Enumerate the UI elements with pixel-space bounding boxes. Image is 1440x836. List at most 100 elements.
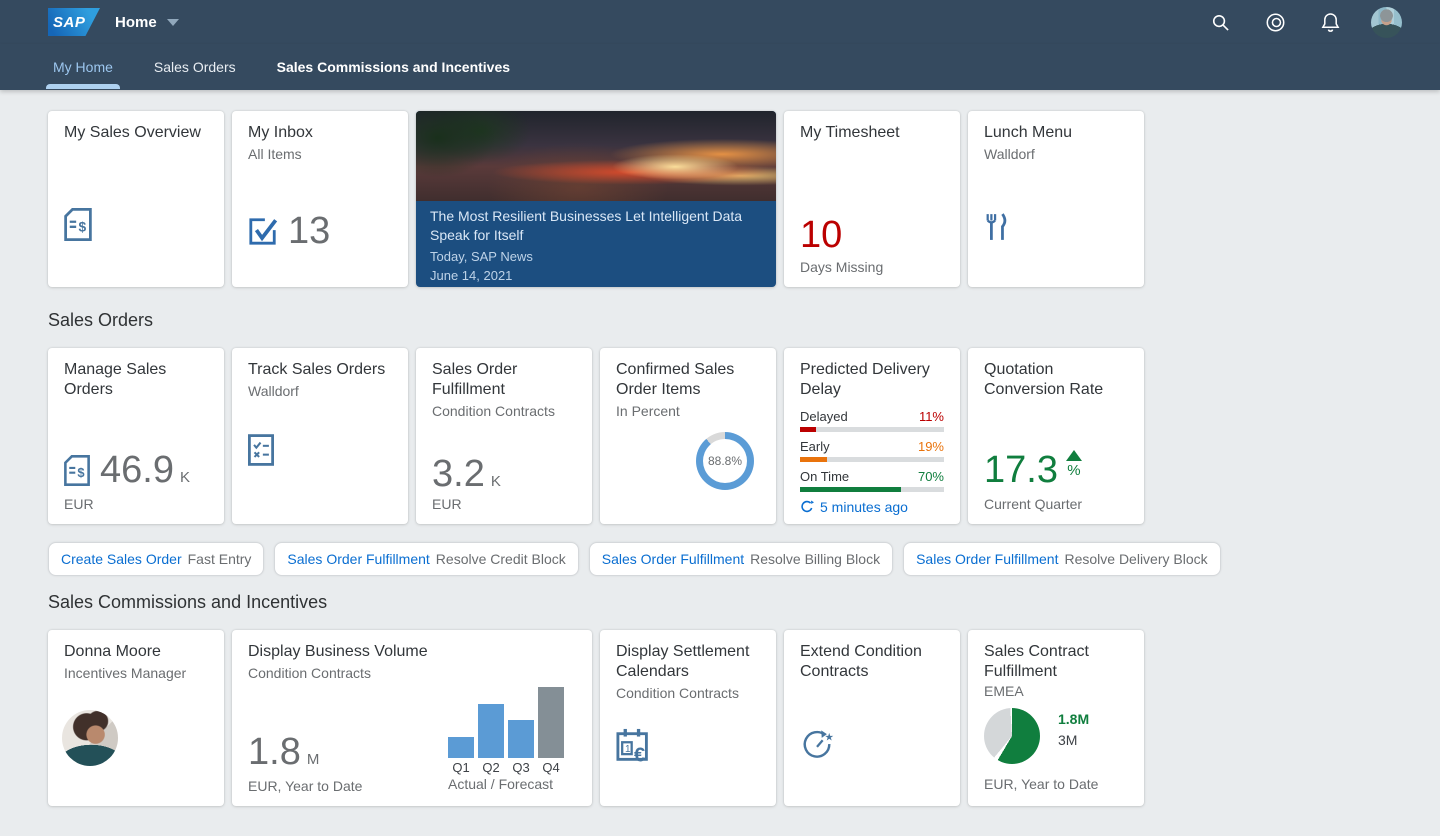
delay-row: Early 19% bbox=[800, 439, 944, 462]
kpi-value: 17.3 bbox=[984, 450, 1058, 490]
delay-comparison-chart: Delayed 11% Early 19% On Time 70% bbox=[800, 409, 944, 492]
volume-bar bbox=[448, 737, 474, 758]
bar-label: Q3 bbox=[508, 760, 534, 775]
extend-clock-star-icon: ★ bbox=[800, 728, 834, 762]
kpi-footer: EUR bbox=[64, 496, 190, 512]
fiori-launchpad: SAP Home My Home Sales Orders Sales Comm… bbox=[0, 0, 1440, 836]
tile-track-sales-orders[interactable]: Track Sales Orders Walldorf bbox=[232, 348, 408, 524]
delay-row: On Time 70% bbox=[800, 469, 944, 492]
business-volume-bar-chart: Q1 Q2 Q3 Q4 Actual / Forecast bbox=[448, 687, 564, 792]
refresh-control[interactable]: 5 minutes ago bbox=[800, 499, 944, 515]
delay-bar-fill bbox=[800, 427, 816, 432]
tile-subtitle: EMEA bbox=[984, 683, 1128, 700]
user-avatar[interactable] bbox=[1371, 7, 1402, 38]
kpi-unit: M bbox=[307, 751, 320, 768]
svg-text:€: € bbox=[634, 744, 645, 766]
tile-predicted-delivery-delay[interactable]: Predicted Delivery Delay Delayed 11% Ear… bbox=[784, 348, 960, 524]
delay-row-value: 19% bbox=[918, 439, 944, 454]
copilot-icon[interactable] bbox=[1261, 8, 1289, 36]
refresh-icon bbox=[800, 500, 814, 514]
delay-row-value: 11% bbox=[919, 409, 944, 424]
tab-sales-orders[interactable]: Sales Orders bbox=[154, 44, 236, 90]
section-heading-commissions: Sales Commissions and Incentives bbox=[48, 592, 327, 613]
tile-title: Sales Order Fulfillment bbox=[432, 360, 576, 400]
tile-title: Display Business Volume bbox=[248, 642, 576, 662]
svg-text:1: 1 bbox=[625, 744, 631, 755]
tile-confirmed-sales-order-items[interactable]: Confirmed Sales Order Items In Percent 8… bbox=[600, 348, 776, 524]
delay-bar-track bbox=[800, 487, 944, 492]
tile-title: Predicted Delivery Delay bbox=[800, 360, 944, 400]
tile-manage-sales-orders[interactable]: Manage Sales Orders $ 46.9 K EUR bbox=[48, 348, 224, 524]
link-create-sales-order[interactable]: Create Sales Order Fast Entry bbox=[48, 542, 264, 576]
svg-text:$: $ bbox=[77, 464, 84, 479]
news-source: Today, SAP News bbox=[430, 248, 762, 266]
notifications-icon[interactable] bbox=[1316, 8, 1344, 36]
volume-bars bbox=[448, 687, 564, 758]
delay-row-label: On Time bbox=[800, 469, 849, 484]
settlement-calendar-icon: 1€ bbox=[616, 728, 654, 766]
link-resolve-credit-block[interactable]: Sales Order Fulfillment Resolve Credit B… bbox=[274, 542, 578, 576]
tile-sales-order-fulfillment[interactable]: Sales Order Fulfillment Condition Contra… bbox=[416, 348, 592, 524]
app-title-menu[interactable]: Home bbox=[115, 0, 179, 44]
contract-pie-chart: 1.8M 3M bbox=[984, 708, 1089, 764]
tile-title: My Sales Overview bbox=[64, 123, 208, 143]
tile-title: Sales Contract Fulfillment bbox=[984, 642, 1128, 682]
volume-bar bbox=[478, 704, 504, 758]
link-primary: Create Sales Order bbox=[61, 551, 182, 567]
trend-up-icon bbox=[1066, 450, 1082, 461]
bar-label: Q1 bbox=[448, 760, 474, 775]
confirmed-donut-label: 88.8% bbox=[696, 432, 754, 490]
app-title-label: Home bbox=[115, 14, 157, 31]
tile-title: My Timesheet bbox=[800, 123, 944, 143]
tile-display-business-volume[interactable]: Display Business Volume Condition Contra… bbox=[232, 630, 592, 806]
link-secondary: Resolve Billing Block bbox=[750, 551, 880, 567]
tile-title: My Inbox bbox=[248, 123, 392, 143]
delay-bar-fill bbox=[800, 457, 827, 462]
contract-target-value: 3M bbox=[1058, 731, 1089, 749]
inbox-count: 13 bbox=[288, 211, 330, 251]
link-resolve-billing-block[interactable]: Sales Order Fulfillment Resolve Billing … bbox=[589, 542, 893, 576]
tab-my-home[interactable]: My Home bbox=[53, 44, 113, 90]
sales-order-document-icon: $ bbox=[64, 208, 92, 241]
link-secondary: Resolve Delivery Block bbox=[1064, 551, 1207, 567]
shell-actions bbox=[1206, 0, 1402, 44]
tile-quotation-conversion-rate[interactable]: Quotation Conversion Rate 17.3 % Current… bbox=[968, 348, 1144, 524]
tile-sales-contract-fulfillment[interactable]: Sales Contract Fulfillment EMEA 1.8M 3M … bbox=[968, 630, 1144, 806]
news-body: The Most Resilient Businesses Let Intell… bbox=[416, 201, 776, 285]
delay-bar-track bbox=[800, 457, 944, 462]
link-resolve-delivery-block[interactable]: Sales Order Fulfillment Resolve Delivery… bbox=[903, 542, 1221, 576]
svg-text:★: ★ bbox=[825, 732, 834, 743]
tile-my-sales-overview[interactable]: My Sales Overview $ bbox=[48, 111, 224, 287]
tile-profile-donna-moore[interactable]: Donna Moore Incentives Manager bbox=[48, 630, 224, 806]
volume-bar bbox=[508, 720, 534, 758]
tile-title: Manage Sales Orders bbox=[64, 360, 208, 400]
tile-news[interactable]: The Most Resilient Businesses Let Intell… bbox=[416, 111, 776, 287]
tile-lunch-menu[interactable]: Lunch Menu Walldorf bbox=[968, 111, 1144, 287]
tile-display-settlement-calendars[interactable]: Display Settlement Calendars Condition C… bbox=[600, 630, 776, 806]
section-heading-sales-orders: Sales Orders bbox=[48, 310, 153, 331]
tile-my-inbox[interactable]: My Inbox All Items 13 bbox=[232, 111, 408, 287]
delay-bar-fill bbox=[800, 487, 901, 492]
tile-extend-condition-contracts[interactable]: Extend Condition Contracts ★ bbox=[784, 630, 960, 806]
delay-row-label: Early bbox=[800, 439, 830, 454]
tab-label: Sales Orders bbox=[154, 59, 236, 75]
tab-sales-commissions[interactable]: Sales Commissions and Incentives bbox=[277, 44, 510, 90]
meal-utensils-icon bbox=[984, 213, 1008, 241]
tile-title: Display Settlement Calendars bbox=[616, 642, 760, 682]
anchor-navigation-bar: My Home Sales Orders Sales Commissions a… bbox=[0, 44, 1440, 90]
kpi-unit: K bbox=[180, 469, 190, 486]
kpi-unit: % bbox=[1067, 462, 1080, 479]
tile-subtitle: Walldorf bbox=[248, 383, 392, 400]
kpi-value: 3.2 bbox=[432, 454, 485, 494]
profile-avatar bbox=[62, 710, 118, 766]
refresh-label: 5 minutes ago bbox=[820, 499, 908, 515]
search-icon[interactable] bbox=[1206, 8, 1234, 36]
tile-my-timesheet[interactable]: My Timesheet 10 Days Missing bbox=[784, 111, 960, 287]
tile-subtitle: Condition Contracts bbox=[616, 685, 760, 702]
sap-logo[interactable]: SAP bbox=[48, 8, 100, 36]
news-photo bbox=[416, 111, 776, 201]
tile-subtitle: All Items bbox=[248, 146, 392, 163]
bar-label: Q2 bbox=[478, 760, 504, 775]
link-primary: Sales Order Fulfillment bbox=[287, 551, 429, 567]
kpi-footer: EUR, Year to Date bbox=[984, 776, 1098, 792]
